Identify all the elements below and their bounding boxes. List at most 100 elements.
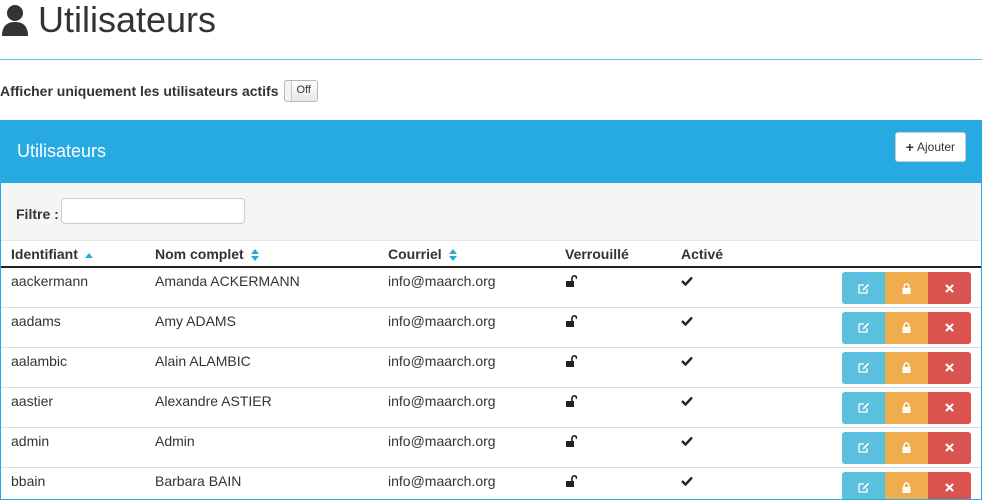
table-header-row: Identifiant Nom complet Courriel Verroui… [1, 241, 981, 268]
lock-user-button[interactable] [885, 471, 928, 499]
row-actions [842, 311, 971, 344]
cell-identifiant: aackermann [1, 267, 145, 308]
cell-identifiant: aalambic [1, 347, 145, 388]
unlock-icon [566, 474, 578, 487]
cell-verrouille [555, 307, 671, 348]
panel-title: Utilisateurs [17, 141, 107, 161]
cell-verrouille [555, 267, 671, 308]
lock-user-button[interactable] [885, 391, 928, 424]
delete-icon [945, 283, 954, 293]
delete-user-button[interactable] [928, 471, 971, 499]
cell-actions [761, 467, 981, 499]
lock-icon [902, 442, 911, 453]
lock-user-button[interactable] [885, 272, 928, 304]
delete-icon [945, 483, 954, 492]
edit-icon [857, 283, 869, 294]
column-header-active: Activé [671, 241, 761, 268]
cell-identifiant: admin [1, 427, 145, 468]
column-header-identifiant[interactable]: Identifiant [1, 241, 145, 268]
cell-identifiant: aastier [1, 387, 145, 428]
unlock-icon [566, 394, 578, 407]
edit-user-button[interactable] [842, 351, 885, 384]
unlock-icon [566, 314, 578, 327]
unlock-icon [566, 354, 578, 367]
check-icon [681, 356, 693, 366]
lock-user-button[interactable] [885, 431, 928, 464]
row-actions [842, 471, 971, 499]
check-icon [681, 276, 693, 287]
lock-user-button[interactable] [885, 311, 928, 344]
column-header-nom-complet[interactable]: Nom complet [145, 241, 378, 268]
sort-icon [448, 248, 457, 261]
cell-nom-complet: Amanda ACKERMANN [145, 267, 378, 308]
edit-user-button[interactable] [842, 311, 885, 344]
table-row: aadams Amy ADAMS info@maarch.org [1, 307, 981, 348]
cell-nom-complet: Admin [145, 427, 378, 468]
edit-user-button[interactable] [842, 471, 885, 499]
table-row: aalambic Alain ALAMBIC info@maarch.org [1, 347, 981, 388]
cell-verrouille [555, 467, 671, 499]
row-actions [842, 272, 971, 304]
toggle-text: Off [296, 84, 311, 96]
cell-active [671, 467, 761, 499]
add-user-button-label: Ajouter [916, 140, 955, 154]
edit-user-button[interactable] [842, 272, 885, 304]
plus-icon: + [905, 139, 914, 155]
cell-actions [761, 267, 981, 308]
delete-icon [945, 363, 954, 372]
row-actions [842, 391, 971, 424]
lock-icon [902, 362, 911, 373]
filter-input[interactable] [61, 198, 245, 224]
table-row: aastier Alexandre ASTIER info@maarch.org [1, 387, 981, 428]
cell-nom-complet: Amy ADAMS [145, 307, 378, 348]
delete-user-button[interactable] [928, 272, 971, 304]
cell-courriel: info@maarch.org [378, 347, 555, 388]
delete-user-button[interactable] [928, 351, 971, 384]
check-icon [681, 476, 693, 486]
cell-courriel: info@maarch.org [378, 267, 555, 308]
edit-icon [857, 482, 869, 493]
user-icon [2, 5, 28, 36]
lock-icon [902, 402, 911, 413]
cell-courriel: info@maarch.org [378, 427, 555, 468]
edit-icon [857, 442, 869, 453]
delete-user-button[interactable] [928, 311, 971, 344]
active-users-toggle[interactable]: Off [283, 80, 318, 102]
check-icon [681, 396, 693, 406]
lock-icon [902, 482, 911, 493]
edit-user-button[interactable] [842, 431, 885, 464]
lock-icon [902, 322, 911, 333]
add-user-button[interactable]: + Ajouter [894, 132, 966, 162]
delete-user-button[interactable] [928, 391, 971, 424]
table-body: aackermann Amanda ACKERMANN info@maarch.… [1, 267, 981, 499]
lock-user-button[interactable] [885, 351, 928, 384]
column-header-label: Nom complet [155, 245, 244, 262]
cell-courriel: info@maarch.org [378, 307, 555, 348]
delete-icon [945, 403, 954, 412]
cell-courriel: info@maarch.org [378, 467, 555, 499]
users-panel: Utilisateurs + Ajouter Filtre : Identifi… [0, 120, 982, 500]
check-icon [681, 316, 693, 326]
column-header-label: Identifiant [11, 245, 78, 262]
check-icon [681, 436, 693, 446]
users-table: Identifiant Nom complet Courriel Verroui… [1, 241, 981, 499]
cell-nom-complet: Alain ALAMBIC [145, 347, 378, 388]
cell-identifiant: aadams [1, 307, 145, 348]
lock-icon [902, 282, 911, 294]
delete-icon [945, 443, 954, 452]
edit-icon [857, 362, 869, 373]
column-header-label: Courriel [388, 245, 442, 262]
cell-verrouille [555, 347, 671, 388]
page-header: Utilisateurs [0, 0, 982, 60]
cell-active [671, 347, 761, 388]
edit-user-button[interactable] [842, 391, 885, 424]
delete-user-button[interactable] [928, 431, 971, 464]
row-actions [842, 351, 971, 384]
column-header-actions [761, 241, 981, 268]
filter-bar: Filtre : [1, 183, 981, 241]
sort-asc-icon [84, 252, 93, 258]
table-row: bbain Barbara BAIN info@maarch.org [1, 467, 981, 499]
cell-nom-complet: Alexandre ASTIER [145, 387, 378, 428]
column-header-courriel[interactable]: Courriel [378, 241, 555, 268]
table-row: aackermann Amanda ACKERMANN info@maarch.… [1, 267, 981, 308]
